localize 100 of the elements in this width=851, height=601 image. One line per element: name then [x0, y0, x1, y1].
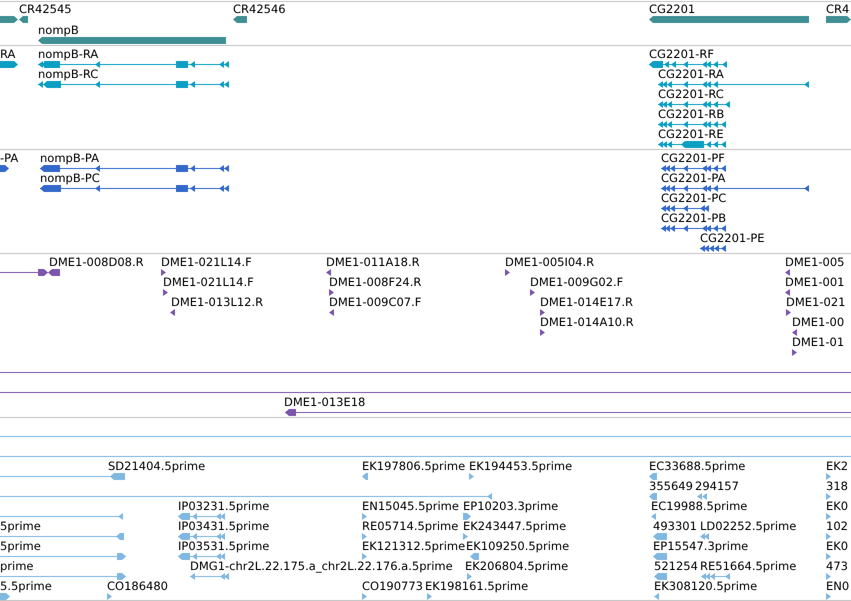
feature-label: CG2201-RC: [658, 88, 724, 101]
feature-label: CO190773: [362, 580, 423, 593]
feature-glyph[interactable]: [0, 165, 9, 172]
feature-glyph[interactable]: [0, 61, 18, 68]
feature-label: EK308120.5prime: [654, 580, 758, 593]
feature-glyph[interactable]: [163, 289, 168, 296]
feature-label: CG2201-RE: [658, 128, 724, 141]
feature-glyph[interactable]: [658, 81, 809, 88]
feature-label: 294157: [695, 480, 739, 493]
feature-glyph[interactable]: [658, 121, 726, 128]
feature-glyph[interactable]: [658, 141, 726, 148]
feature-label: IP03531.5prime: [178, 540, 270, 553]
feature-label: RA: [0, 48, 16, 61]
feature-label: DME1-008F24.R: [329, 276, 422, 289]
feature-label: EK206804.5prime: [465, 560, 568, 573]
feature-label: DME1-008D08.R: [49, 256, 144, 269]
feature-glyph[interactable]: [786, 309, 791, 316]
feature-label: DME1-005I04.R: [505, 256, 594, 269]
feature-label: EK198161.5prime: [425, 580, 528, 593]
feature-label: EK109250.5prime: [466, 540, 570, 553]
feature-label: 493301: [653, 520, 697, 533]
feature-label: IP03231.5prime: [178, 500, 270, 513]
feature-label: 102: [826, 520, 848, 533]
feature-label: nompB-RC: [38, 68, 98, 81]
feature-label: 5.5prime: [0, 580, 52, 593]
feature-label: DME1-021L14.F: [161, 256, 252, 269]
feature-label: DME1-011A18.R: [326, 256, 420, 269]
feature-glyph[interactable]: [329, 289, 334, 296]
feature-label: CO186480: [107, 580, 168, 593]
feature-label: LD02252.5prime: [700, 520, 796, 533]
feature-glyph[interactable]: [161, 269, 166, 276]
feature-label: 473: [826, 560, 848, 573]
feature-glyph[interactable]: [792, 329, 797, 336]
feature-glyph[interactable]: [38, 61, 229, 68]
feature-label: nompB-RA: [38, 48, 98, 61]
feature-label: EC19988.5prime: [651, 500, 748, 513]
feature-glyph[interactable]: [785, 289, 790, 296]
feature-label: CG2201-RA: [658, 68, 724, 81]
feature-label: 318: [826, 480, 848, 493]
feature-glyph[interactable]: [792, 349, 797, 356]
feature-glyph[interactable]: [785, 269, 790, 276]
feature-label: DME1-005: [785, 256, 844, 269]
feature-label: CR4: [826, 3, 850, 16]
feature-label: 355649: [649, 480, 693, 493]
feature-label: 5prime: [0, 540, 41, 553]
feature-label: DME1-014A10.R: [540, 316, 634, 329]
feature-label: nompB-PA: [40, 152, 99, 165]
feature-label: DME1-021L14.F: [163, 276, 254, 289]
feature-glyph[interactable]: [661, 165, 726, 172]
feature-label: EK243447.5prime: [463, 520, 566, 533]
feature-label: RE51664.5prime: [700, 560, 796, 573]
feature-glyph[interactable]: [170, 309, 175, 316]
feature-label: CR42545: [19, 3, 72, 16]
feature-label: EK197806.5prime: [362, 460, 466, 473]
feature-glyph[interactable]: [326, 269, 331, 276]
feature-label: DME1-014E17.R: [540, 296, 634, 309]
feature-glyph[interactable]: [700, 245, 726, 252]
feature-label: EN0: [826, 580, 850, 593]
feature-label: DME1-013E18: [284, 396, 366, 409]
feature-label: CG2201: [649, 3, 696, 16]
feature-label: nompB: [38, 24, 79, 37]
feature-label: EK194453.5prime: [469, 460, 572, 473]
feature-glyph[interactable]: [649, 61, 727, 68]
feature-glyph[interactable]: [233, 16, 247, 23]
feature-label: EC33688.5prime: [649, 460, 746, 473]
feature-label: DME1-001: [785, 276, 844, 289]
feature-glyph[interactable]: [658, 101, 730, 108]
feature-label: DME1-009G02.F: [530, 276, 624, 289]
feature-glyph[interactable]: [40, 185, 229, 192]
feature-label: EP15547.3prime: [653, 540, 748, 553]
feature-glyph[interactable]: [329, 309, 334, 316]
feature-label: DMG1-chr2L.22.175.a_chr2L.22.176.a.5prime: [190, 560, 453, 573]
feature-label: EK0: [826, 500, 848, 513]
feature-label: CG2201-PF: [661, 152, 725, 165]
feature-glyph[interactable]: [661, 205, 709, 212]
feature-glyph[interactable]: [540, 329, 545, 336]
feature-label: CG2201-PE: [700, 232, 765, 245]
feature-glyph[interactable]: [38, 81, 229, 88]
feature-label: DME1-013L12.R: [171, 296, 264, 309]
feature-glyph[interactable]: [19, 16, 28, 23]
feature-label: EK121312.5prime: [362, 540, 466, 553]
feature-glyph[interactable]: [661, 185, 809, 192]
feature-label: IP03431.5prime: [178, 520, 270, 533]
feature-glyph[interactable]: [661, 225, 726, 232]
feature-glyph[interactable]: [826, 16, 851, 23]
feature-glyph[interactable]: [505, 269, 510, 276]
feature-label: 521254: [654, 560, 698, 573]
feature-label: CR42546: [233, 3, 286, 16]
feature-label: nompB-PC: [40, 172, 100, 185]
feature-label: EP10203.3prime: [463, 500, 558, 513]
feature-label: DME1-00: [792, 316, 844, 329]
feature-label: EK0: [826, 540, 848, 553]
feature-label: DME1-01: [792, 336, 844, 349]
feature-glyph[interactable]: [540, 309, 545, 316]
feature-label: -PA: [0, 152, 18, 165]
feature-glyph[interactable]: [48, 269, 60, 276]
feature-glyph[interactable]: [285, 409, 851, 416]
feature-label: EK2: [826, 460, 848, 473]
feature-glyph[interactable]: [40, 165, 229, 172]
feature-glyph[interactable]: [530, 289, 535, 296]
